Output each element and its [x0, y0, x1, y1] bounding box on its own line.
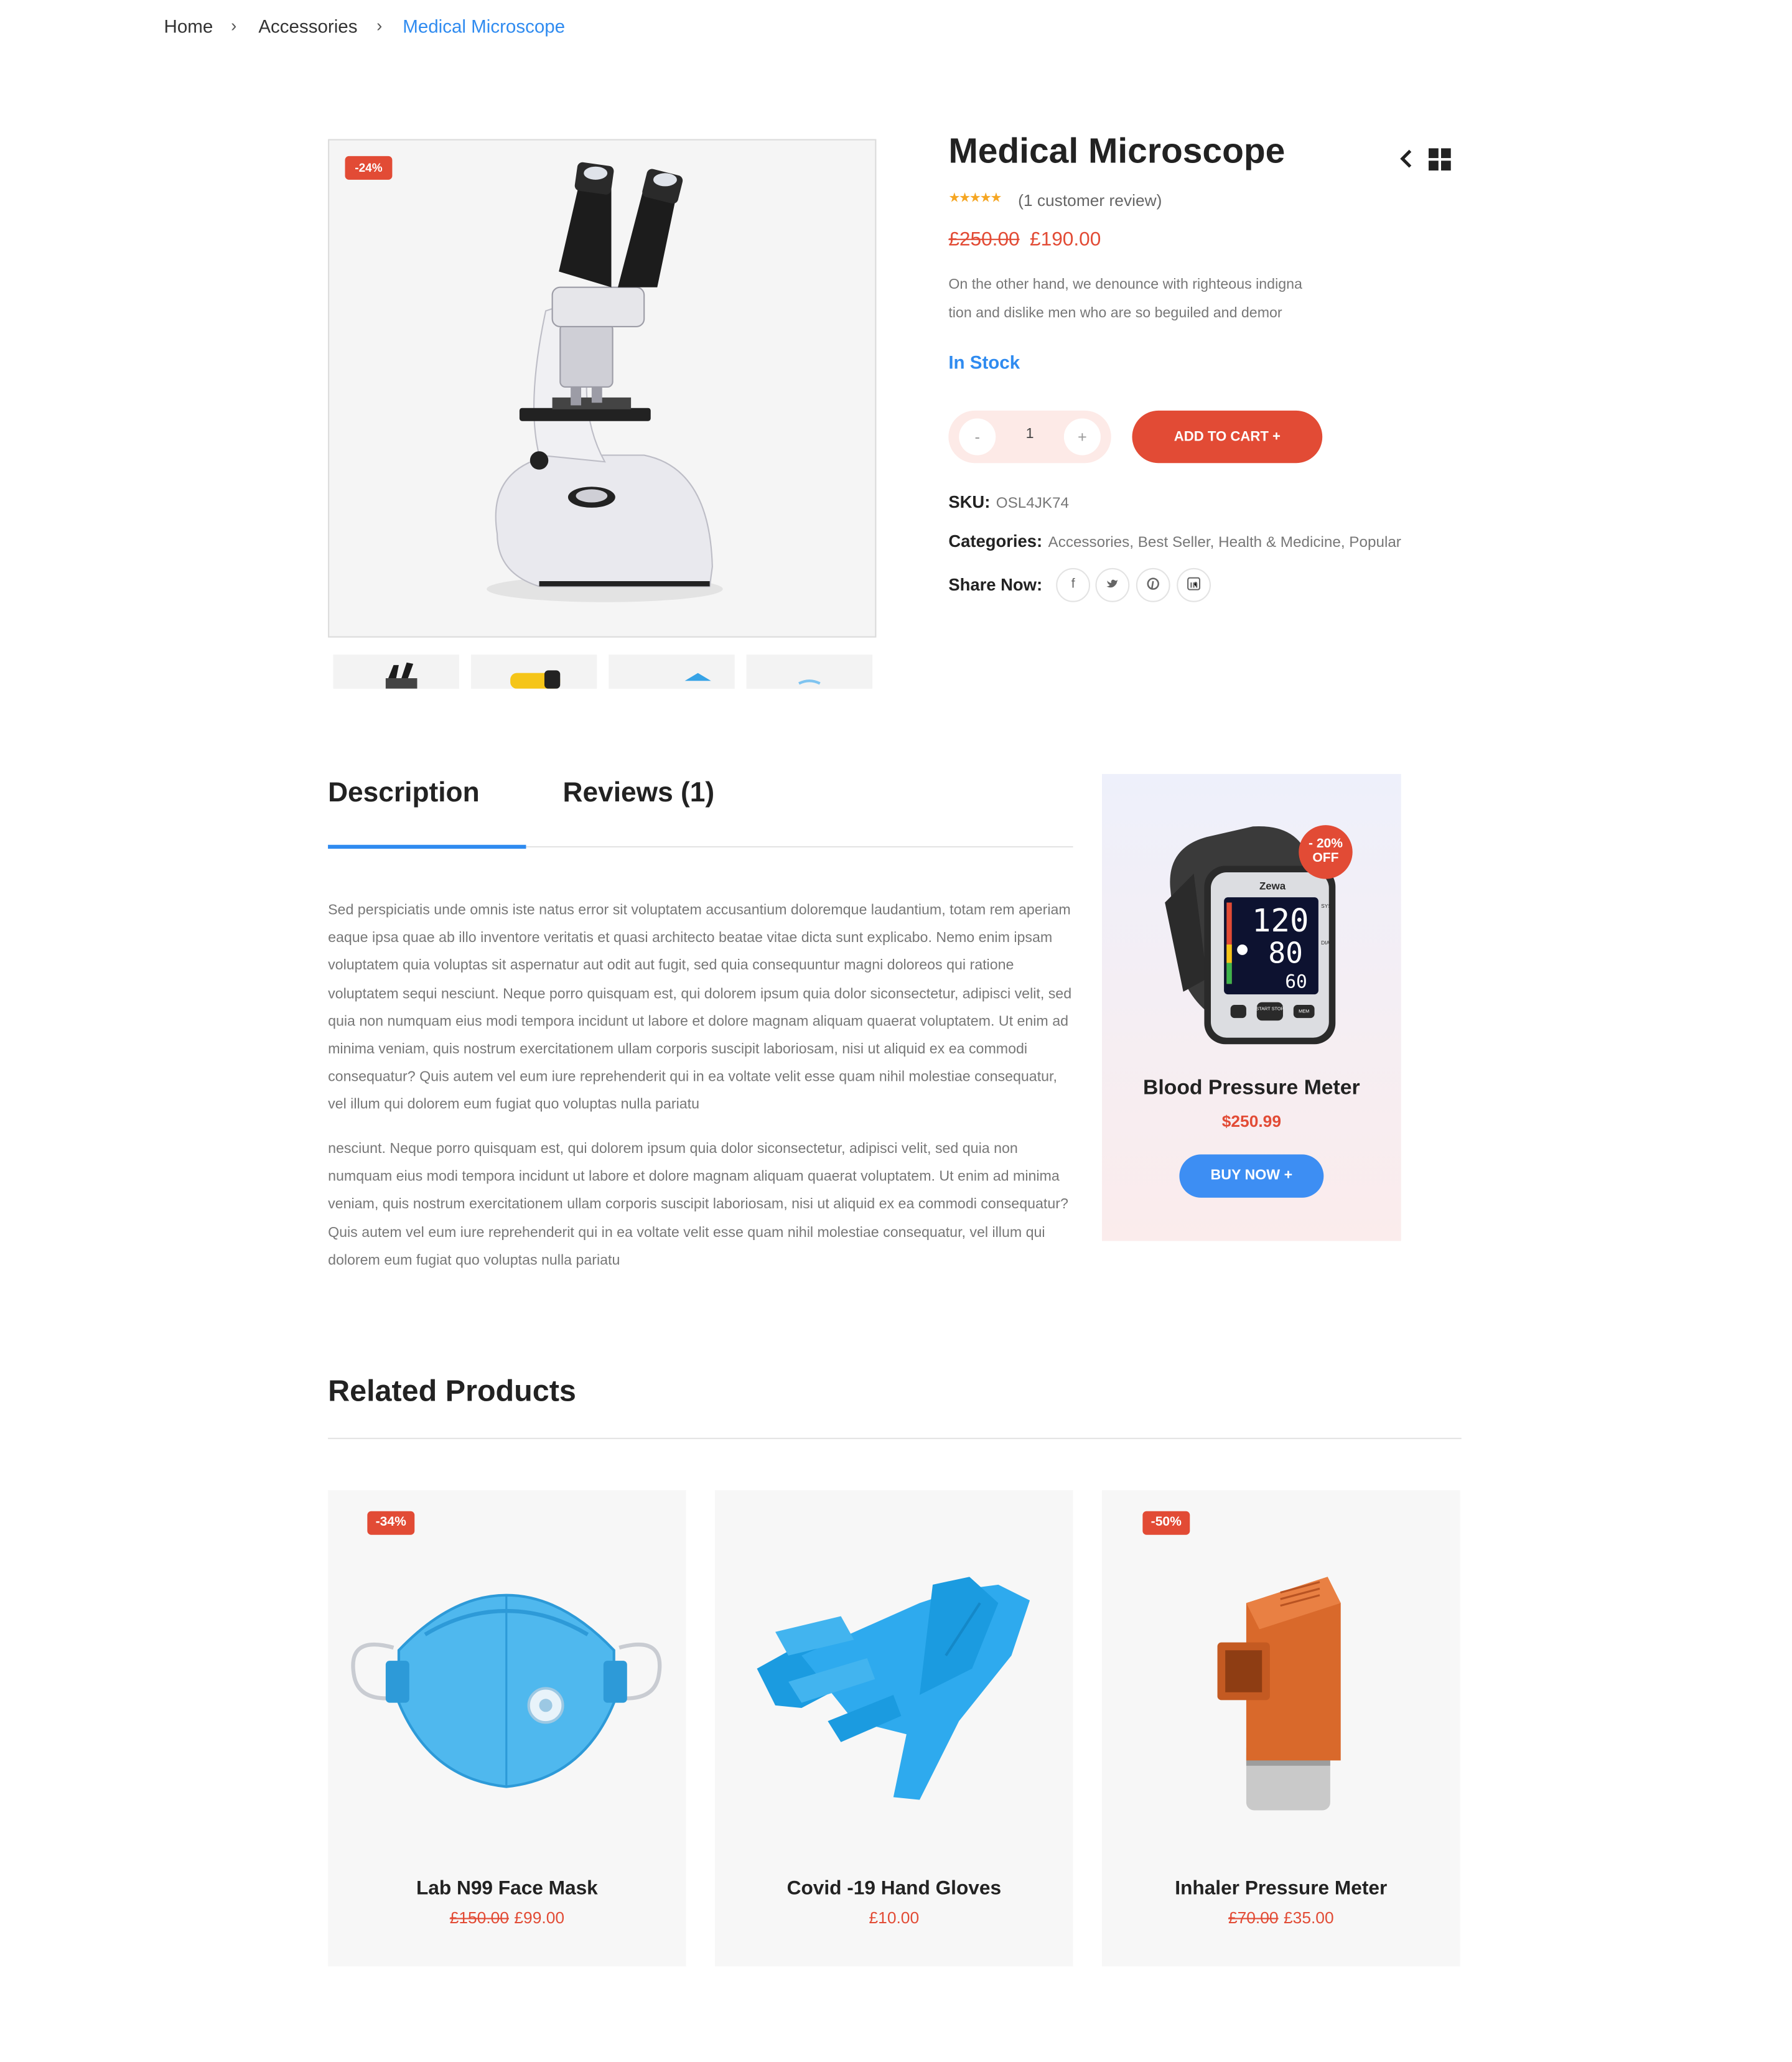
- product-card-price: £70.00 £35.00: [1102, 1909, 1460, 1928]
- start-stop-label: START STOP: [1256, 1005, 1284, 1011]
- promo-badge-percent: - 20%: [1308, 837, 1343, 852]
- buy-now-button[interactable]: BUY NOW +: [1179, 1154, 1324, 1198]
- related-divider: [328, 1437, 1462, 1439]
- sku-label: SKU:: [948, 492, 991, 512]
- reading-pulse: 60: [1285, 971, 1307, 992]
- review-count-link[interactable]: (1 customer review): [1018, 192, 1162, 210]
- add-to-cart-button[interactable]: ADD TO CART +: [1132, 410, 1323, 464]
- promo-discount-badge: - 20% OFF: [1299, 825, 1353, 879]
- short-description-line: tion and dislike men who are so beguiled…: [948, 305, 1282, 321]
- facebook-icon[interactable]: f: [1056, 567, 1091, 602]
- breadcrumb-current: Medical Microscope: [403, 16, 566, 37]
- thumbnail[interactable]: [746, 655, 873, 689]
- product-card-old-price: £70.00: [1228, 1908, 1279, 1928]
- categories-row: Categories: Accessories, Best Seller, He…: [948, 530, 1401, 554]
- reading-diastolic: 80: [1268, 936, 1303, 970]
- chevron-right-icon: ›: [376, 16, 383, 35]
- description-paragraph: nesciunt. Neque porro quisquam est, qui …: [328, 1141, 1068, 1269]
- tab-reviews[interactable]: Reviews (1): [562, 778, 714, 809]
- diastolic-label: DIA.: [1321, 940, 1331, 946]
- stock-status: In Stock: [948, 352, 1020, 373]
- product-card-price: £10.00: [715, 1909, 1073, 1928]
- share-label: Share Now:: [948, 574, 1043, 595]
- short-description-line: On the other hand, we denounce with righ…: [948, 276, 1302, 293]
- description-paragraph: Sed perspiciatis unde omnis iste natus e…: [328, 902, 1072, 1113]
- product-card-sale-price: £99.00: [514, 1908, 565, 1928]
- sku-row: SKU: OSL4JK74: [948, 491, 1069, 515]
- rating-stars: ★★★★★: [948, 191, 1002, 207]
- old-price: £250.00: [948, 228, 1020, 251]
- face-mask-image: [351, 1593, 662, 1788]
- promo-badge-off: OFF: [1312, 851, 1339, 866]
- thumbnail[interactable]: [609, 655, 735, 689]
- product-image[interactable]: -24%: [328, 139, 877, 638]
- microscope-image: [487, 162, 723, 602]
- linkedin-icon[interactable]: [1177, 567, 1211, 602]
- systolic-label: SYS.: [1321, 903, 1333, 909]
- promo-price: $250.99: [1221, 1112, 1281, 1131]
- thumbnail[interactable]: [470, 655, 597, 689]
- product-card-sale-price: £35.00: [1284, 1908, 1334, 1928]
- product-card-name[interactable]: Inhaler Pressure Meter: [1102, 1877, 1460, 1900]
- device-brand: Zewa: [1259, 880, 1286, 892]
- twitter-icon[interactable]: [1095, 567, 1130, 602]
- pinterest-icon[interactable]: [1136, 567, 1170, 602]
- discount-badge: -50%: [1142, 1511, 1190, 1535]
- categories-label: Categories:: [948, 531, 1043, 551]
- product-card-name[interactable]: Covid -19 Hand Gloves: [715, 1877, 1073, 1900]
- product-card-name[interactable]: Lab N99 Face Mask: [328, 1877, 686, 1900]
- tab-description[interactable]: Description: [328, 778, 480, 809]
- promo-title: Blood Pressure Meter: [1142, 1076, 1360, 1099]
- quantity-stepper: - 1 +: [948, 410, 1111, 464]
- inhaler-image: [1217, 1577, 1341, 1811]
- sale-price: £190.00: [1030, 228, 1101, 251]
- product-card-sale-price: £10.00: [869, 1908, 920, 1928]
- tab-active-indicator: [328, 844, 526, 849]
- quantity-minus-button[interactable]: -: [959, 418, 996, 455]
- product-title: Medical Microscope: [948, 131, 1286, 171]
- quantity-plus-button[interactable]: +: [1063, 418, 1101, 455]
- grid-icon[interactable]: [1428, 148, 1451, 177]
- discount-badge: -24%: [345, 156, 393, 180]
- discount-badge: -34%: [367, 1511, 415, 1535]
- gloves-image: [757, 1577, 1030, 1800]
- mem-label: MEM: [1299, 1009, 1309, 1014]
- chevron-left-icon[interactable]: [1398, 146, 1414, 179]
- breadcrumb-home[interactable]: Home: [164, 16, 213, 37]
- chevron-right-icon: ›: [231, 16, 237, 35]
- short-description: On the other hand, we denounce with righ…: [948, 271, 1342, 328]
- quantity-input[interactable]: 1: [1020, 426, 1039, 442]
- reading-systolic: 120: [1252, 902, 1309, 939]
- breadcrumb-accessories[interactable]: Accessories: [258, 16, 357, 37]
- product-card-old-price: £150.00: [449, 1908, 509, 1928]
- related-products-title: Related Products: [328, 1373, 576, 1408]
- product-card-price: £150.00 £99.00: [328, 1909, 686, 1928]
- categories-value[interactable]: Accessories, Best Seller, Health & Medic…: [1048, 535, 1401, 551]
- sku-value: OSL4JK74: [996, 495, 1070, 512]
- thumbnail[interactable]: [333, 655, 459, 689]
